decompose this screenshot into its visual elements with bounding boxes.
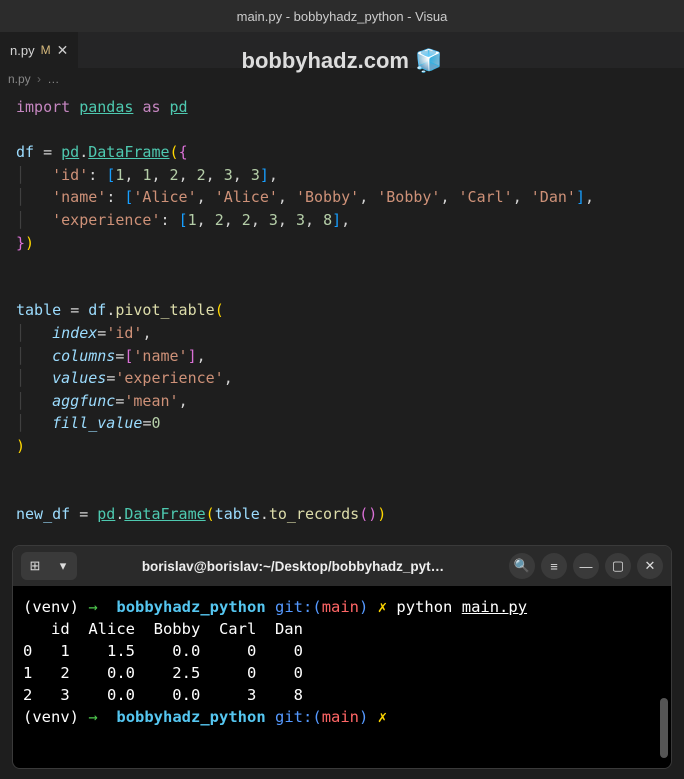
terminal-output[interactable]: (venv) → bobbyhadz_python git:(main) ✗ p… <box>13 586 671 768</box>
tab-main-py[interactable]: n.py M ✕ <box>0 32 78 68</box>
terminal-scrollbar[interactable] <box>660 698 668 758</box>
tab-dropdown-button[interactable]: ▾ <box>49 552 77 580</box>
maximize-icon: ▢ <box>612 558 624 574</box>
window-title-bar: main.py - bobbyhadz_python - Visua <box>0 0 684 32</box>
tab-modified-indicator: M <box>41 43 51 57</box>
chevron-down-icon: ▾ <box>60 558 67 574</box>
new-tab-button[interactable]: ⊞ <box>21 552 49 580</box>
close-icon: ✕ <box>645 558 656 574</box>
maximize-button[interactable]: ▢ <box>605 553 631 579</box>
menu-button[interactable]: ≡ <box>541 553 567 579</box>
minimize-button[interactable]: — <box>573 553 599 579</box>
search-icon: 🔍 <box>514 558 530 574</box>
close-button[interactable]: ✕ <box>637 553 663 579</box>
close-icon[interactable]: ✕ <box>57 42 69 59</box>
terminal-header: ⊞ ▾ borislav@borislav:~/Desktop/bobbyhad… <box>13 546 671 586</box>
terminal-title: borislav@borislav:~/Desktop/bobbyhadz_py… <box>83 559 503 574</box>
window-title: main.py - bobbyhadz_python - Visua <box>237 9 448 24</box>
minimize-icon: — <box>580 559 593 574</box>
breadcrumb[interactable]: n.py › … <box>0 68 684 90</box>
code-editor[interactable]: import pandas as pd df = pd.DataFrame({ … <box>0 90 684 576</box>
terminal-panel: ⊞ ▾ borislav@borislav:~/Desktop/bobbyhad… <box>12 545 672 769</box>
menu-icon: ≡ <box>550 559 558 574</box>
search-button[interactable]: 🔍 <box>509 553 535 579</box>
plus-icon: ⊞ <box>30 558 41 574</box>
tab-filename: n.py <box>10 43 35 58</box>
tab-bar: n.py M ✕ <box>0 32 684 68</box>
